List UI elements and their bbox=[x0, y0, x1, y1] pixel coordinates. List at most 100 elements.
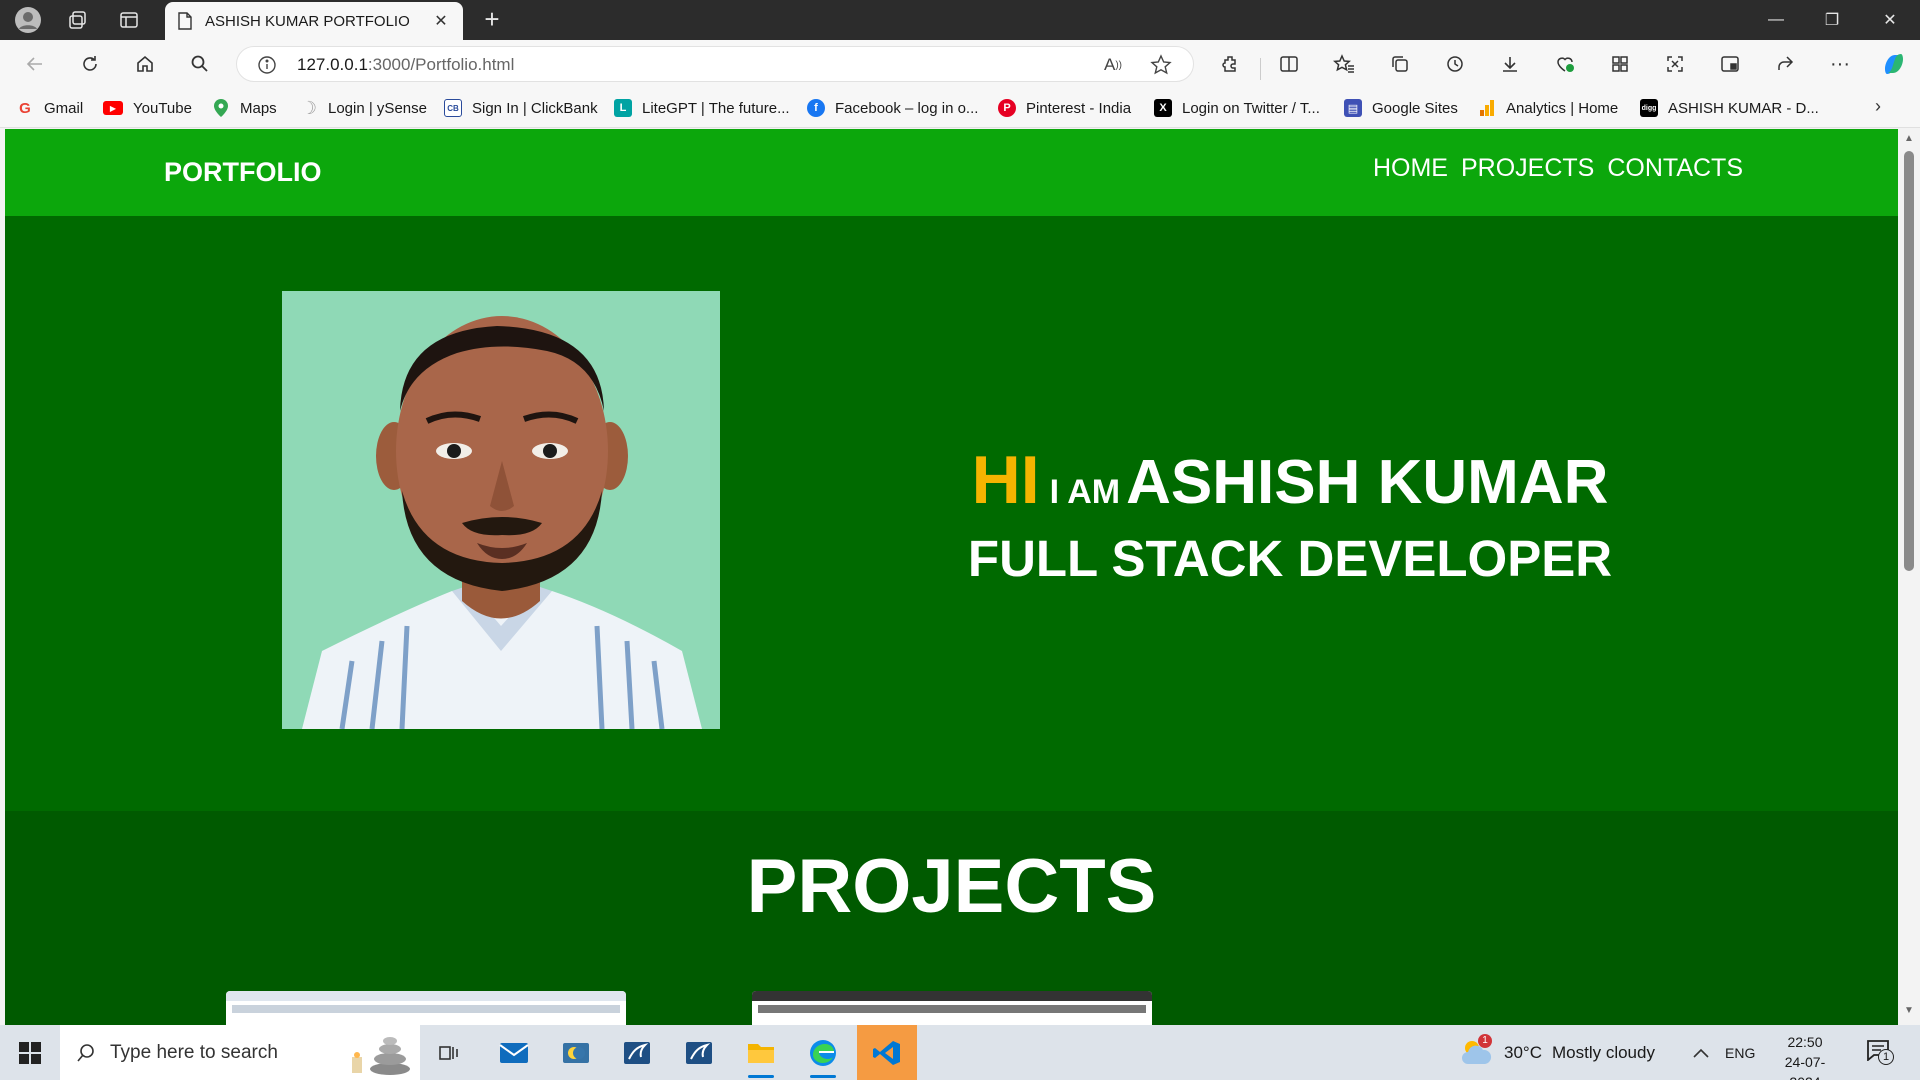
bookmark-twitter[interactable]: X Login on Twitter / T... bbox=[1154, 96, 1320, 120]
minimize-button[interactable]: — bbox=[1748, 0, 1804, 40]
bookmark-label: Sign In | ClickBank bbox=[472, 99, 598, 117]
bookmark-label: Facebook – log in o... bbox=[835, 99, 979, 117]
input-language[interactable]: ENG bbox=[1725, 1025, 1755, 1080]
vscode-app-icon[interactable] bbox=[857, 1025, 917, 1080]
tab-strip: ASHISH KUMAR PORTFOLIO ✕ + — ❐ ✕ bbox=[0, 0, 1920, 40]
split-screen-icon[interactable] bbox=[1275, 50, 1303, 78]
mysql-workbench-icon[interactable] bbox=[608, 1025, 666, 1080]
show-hidden-icons-chevron-up-icon[interactable] bbox=[1692, 1025, 1710, 1080]
bookmark-ysense[interactable]: ☽ Login | ySense bbox=[300, 96, 427, 120]
weather-widget[interactable]: 1 30°C Mostly cloudy bbox=[1460, 1025, 1655, 1080]
favorite-star-icon[interactable] bbox=[1147, 51, 1175, 79]
apps-icon[interactable] bbox=[1606, 50, 1634, 78]
taskbar: Type here to search 1 30°C Mostly cloudy… bbox=[0, 1025, 1920, 1080]
extensions-icon[interactable] bbox=[1216, 50, 1244, 78]
page-scrollbar[interactable]: ▲ ▼ bbox=[1898, 129, 1920, 1025]
bookmark-google-sites[interactable]: ▤ Google Sites bbox=[1344, 96, 1458, 120]
projects-section: PROJECTS bbox=[5, 811, 1898, 1025]
browser-toolbar: 127.0.0.1:3000/Portfolio.html A)) ··· bbox=[0, 40, 1920, 88]
project-thumbnail[interactable] bbox=[226, 991, 626, 1025]
bookmark-label: Login | ySense bbox=[328, 99, 427, 117]
profile-avatar-icon[interactable] bbox=[14, 6, 42, 34]
nav-home-link[interactable]: HOME bbox=[1373, 154, 1448, 183]
bookmark-clickbank[interactable]: CB Sign In | ClickBank bbox=[444, 96, 598, 120]
project-thumbnail[interactable] bbox=[752, 991, 1152, 1025]
collections-icon[interactable] bbox=[1386, 50, 1414, 78]
favorites-icon[interactable] bbox=[1330, 50, 1358, 78]
bookmark-label: Gmail bbox=[44, 99, 84, 117]
file-explorer-icon[interactable] bbox=[732, 1025, 790, 1080]
hero-text: HI I AMASHISH KUMAR FULL STACK DEVELOPER bbox=[955, 441, 1625, 588]
weather-condition: Mostly cloudy bbox=[1551, 1042, 1655, 1062]
chevron-right-icon[interactable]: › bbox=[1866, 96, 1890, 120]
notification-center-icon[interactable]: 1 bbox=[1866, 1025, 1896, 1080]
restore-button[interactable]: ❐ bbox=[1804, 0, 1860, 40]
history-icon[interactable] bbox=[1441, 50, 1469, 78]
clickbank-icon: CB bbox=[444, 99, 462, 117]
browser-tab-active[interactable]: ASHISH KUMAR PORTFOLIO ✕ bbox=[165, 2, 463, 40]
taskbar-search-box[interactable]: Type here to search bbox=[60, 1025, 420, 1080]
taskbar-clock[interactable]: 22:50 24-07-2024 bbox=[1770, 1032, 1840, 1080]
hero-section: HI I AMASHISH KUMAR FULL STACK DEVELOPER bbox=[5, 216, 1898, 811]
bookmark-digg[interactable]: digg ASHISH KUMAR - D... bbox=[1640, 96, 1819, 120]
running-indicator bbox=[810, 1075, 836, 1078]
workspaces-icon[interactable] bbox=[64, 6, 92, 34]
search-icon[interactable] bbox=[186, 50, 214, 78]
bookmark-maps[interactable]: Maps bbox=[212, 96, 277, 120]
bookmark-label: YouTube bbox=[133, 99, 192, 117]
task-view-icon[interactable] bbox=[420, 1025, 478, 1080]
hero-iam: I AM bbox=[1049, 473, 1121, 511]
x-icon: X bbox=[1154, 99, 1172, 117]
close-tab-icon[interactable]: ✕ bbox=[431, 11, 451, 31]
python-app-icon[interactable] bbox=[547, 1025, 605, 1080]
home-button[interactable] bbox=[131, 50, 159, 78]
bookmark-analytics[interactable]: Analytics | Home bbox=[1478, 96, 1618, 120]
site-logo[interactable]: PORTFOLIO bbox=[164, 157, 322, 188]
search-highlight-stones-icon bbox=[352, 1037, 410, 1075]
browser-essentials-icon[interactable] bbox=[1551, 50, 1579, 78]
bookmark-youtube[interactable]: ▶ YouTube bbox=[103, 96, 192, 120]
new-tab-button[interactable]: + bbox=[478, 6, 506, 34]
refresh-button[interactable] bbox=[76, 50, 104, 78]
copilot-icon[interactable] bbox=[1880, 50, 1908, 78]
weather-alert-badge: 1 bbox=[1478, 1033, 1492, 1048]
sidebar-toggle-icon[interactable] bbox=[1716, 50, 1744, 78]
digg-icon: digg bbox=[1640, 99, 1658, 117]
bookmark-facebook[interactable]: f Facebook – log in o... bbox=[807, 96, 978, 120]
scroll-down-icon[interactable]: ▼ bbox=[1902, 1005, 1916, 1019]
gmail-icon: G bbox=[19, 99, 31, 117]
site-info-icon[interactable] bbox=[253, 51, 281, 79]
more-menu-icon[interactable]: ··· bbox=[1826, 50, 1854, 78]
ysense-icon: ☽ bbox=[300, 97, 318, 118]
share-icon[interactable] bbox=[1771, 50, 1799, 78]
pinterest-icon: P bbox=[998, 99, 1016, 117]
bookmark-litegpt[interactable]: L LiteGPT | The future... bbox=[614, 96, 790, 120]
windows-start-button[interactable] bbox=[0, 1025, 60, 1080]
toolbar-divider bbox=[1260, 58, 1261, 80]
hero-role: FULL STACK DEVELOPER bbox=[967, 530, 1613, 587]
clock-time: 22:50 bbox=[1787, 1034, 1823, 1050]
read-aloud-icon[interactable]: A)) bbox=[1099, 51, 1127, 79]
bookmark-pinterest[interactable]: P Pinterest - India bbox=[998, 96, 1131, 120]
bookmark-gmail[interactable]: G Gmail bbox=[16, 96, 83, 120]
site-navbar: PORTFOLIO HOME PROJECTS CONTACTS bbox=[5, 129, 1898, 216]
edge-browser-icon[interactable] bbox=[794, 1025, 852, 1080]
back-button[interactable] bbox=[21, 50, 49, 78]
nav-contacts-link[interactable]: CONTACTS bbox=[1607, 154, 1743, 183]
mysql-workbench-icon-2[interactable] bbox=[670, 1025, 728, 1080]
downloads-icon[interactable] bbox=[1496, 50, 1524, 78]
url-text: 127.0.0.1:3000/Portfolio.html bbox=[297, 55, 515, 74]
clock-date: 24-07-2024 bbox=[1784, 1054, 1826, 1080]
address-bar[interactable]: 127.0.0.1:3000/Portfolio.html A)) bbox=[236, 46, 1194, 82]
close-window-button[interactable]: ✕ bbox=[1862, 0, 1918, 40]
bookmark-label: Analytics | Home bbox=[1506, 99, 1619, 117]
web-page: PORTFOLIO HOME PROJECTS CONTACTS HI I AM… bbox=[5, 129, 1898, 1025]
scroll-up-icon[interactable]: ▲ bbox=[1902, 133, 1916, 147]
tab-actions-icon[interactable] bbox=[115, 6, 143, 34]
projects-title: PROJECTS bbox=[746, 844, 1157, 929]
scrollbar-thumb[interactable] bbox=[1904, 151, 1914, 571]
bookmark-label: Pinterest - India bbox=[1026, 99, 1132, 117]
mail-app-icon[interactable] bbox=[485, 1025, 543, 1080]
nav-projects-link[interactable]: PROJECTS bbox=[1461, 154, 1594, 183]
screenshot-icon[interactable] bbox=[1661, 50, 1689, 78]
